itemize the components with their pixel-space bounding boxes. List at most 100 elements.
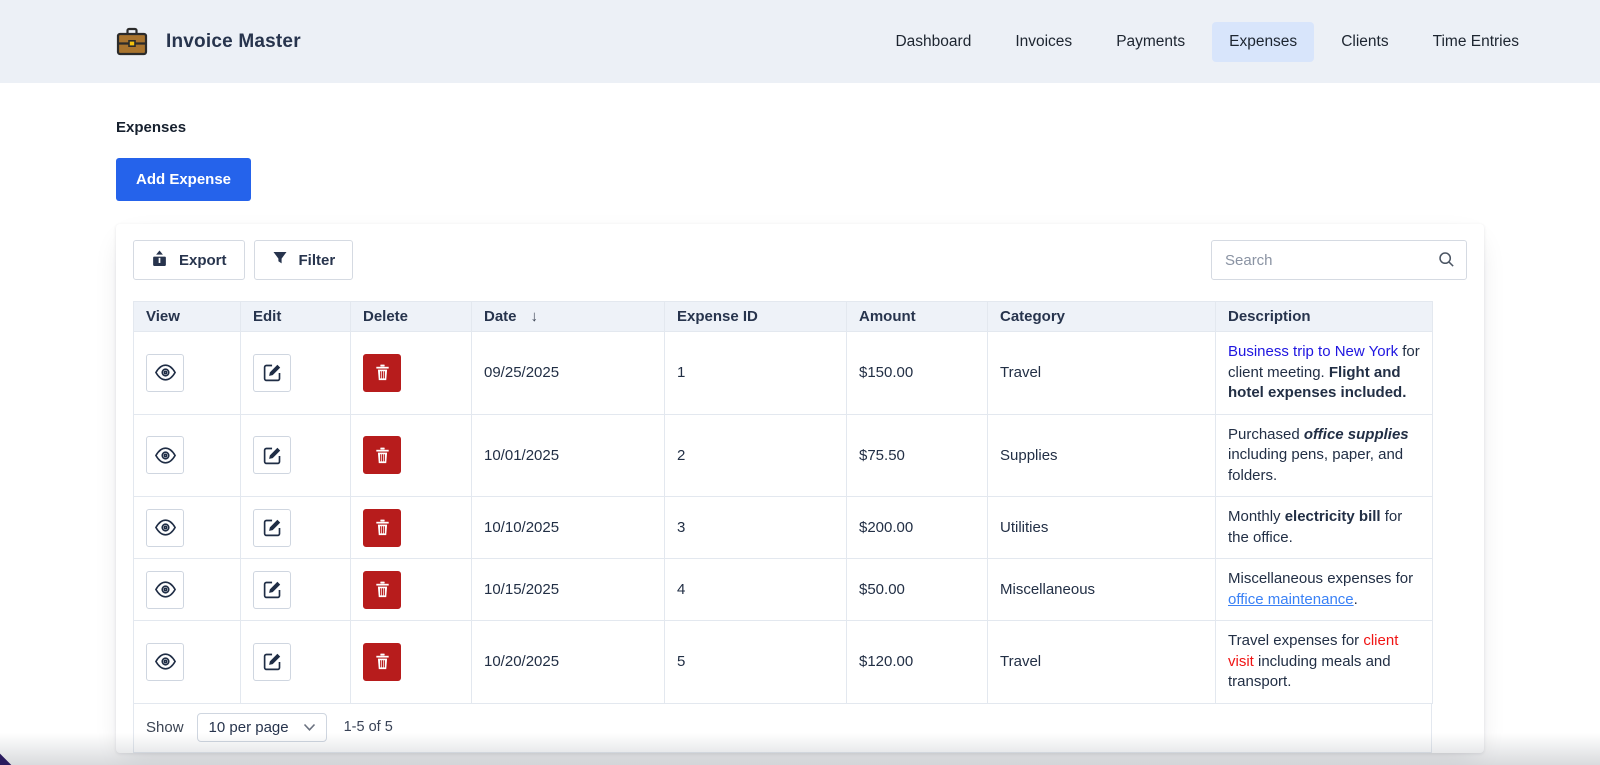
description-cell: Miscellaneous expenses for office mainte… bbox=[1216, 559, 1433, 621]
nav-item-invoices[interactable]: Invoices bbox=[998, 22, 1089, 62]
amount-cell: $200.00 bbox=[847, 497, 988, 559]
amount-cell: $120.00 bbox=[847, 621, 988, 704]
app-title: Invoice Master bbox=[166, 31, 301, 53]
category-cell: Miscellaneous bbox=[988, 559, 1216, 621]
export-button[interactable]: Export bbox=[133, 240, 245, 280]
category-cell: Supplies bbox=[988, 414, 1216, 497]
delete-cell bbox=[351, 621, 472, 704]
trash-icon bbox=[373, 518, 392, 537]
column-header-category[interactable]: Category bbox=[988, 302, 1216, 332]
pencil-square-icon bbox=[262, 579, 283, 600]
app-window: Invoice Master Dashboard Invoices Paymen… bbox=[0, 0, 1600, 765]
category-cell: Utilities bbox=[988, 497, 1216, 559]
eye-icon bbox=[154, 444, 177, 467]
description-segment-normal: . bbox=[1354, 591, 1358, 608]
table-row: 10/10/20253$200.00UtilitiesMonthly elect… bbox=[134, 497, 1433, 559]
column-header-view: View bbox=[134, 302, 241, 332]
page-size-value: 10 per page bbox=[209, 719, 289, 736]
corner-artifact bbox=[0, 754, 11, 765]
delete-button[interactable] bbox=[363, 436, 401, 474]
page-title: Expenses bbox=[116, 119, 1484, 136]
view-button[interactable] bbox=[146, 509, 184, 547]
description-cell: Purchased office supplies including pens… bbox=[1216, 414, 1433, 497]
trash-icon bbox=[373, 652, 392, 671]
nav-item-clients[interactable]: Clients bbox=[1324, 22, 1405, 62]
eye-icon bbox=[154, 578, 177, 601]
description-segment-blue: Business trip to New York bbox=[1228, 343, 1398, 360]
description-segment-normal: Miscellaneous expenses for bbox=[1228, 570, 1413, 587]
expenses-table: View Edit Delete Date↓ Expense ID Amount… bbox=[133, 301, 1433, 704]
pencil-square-icon bbox=[262, 362, 283, 383]
description-segment-normal: Purchased bbox=[1228, 426, 1304, 443]
amount-cell: $50.00 bbox=[847, 559, 988, 621]
delete-cell bbox=[351, 497, 472, 559]
table-row: 09/25/20251$150.00TravelBusiness trip to… bbox=[134, 332, 1433, 415]
view-cell bbox=[134, 621, 241, 704]
delete-cell bbox=[351, 559, 472, 621]
delete-button[interactable] bbox=[363, 571, 401, 609]
eye-icon bbox=[154, 361, 177, 384]
description-segment-bold-italic: office supplies bbox=[1304, 426, 1409, 443]
column-header-amount[interactable]: Amount bbox=[847, 302, 988, 332]
column-header-expense-id[interactable]: Expense ID bbox=[665, 302, 847, 332]
edit-button[interactable] bbox=[253, 571, 291, 609]
date-cell: 10/20/2025 bbox=[472, 621, 665, 704]
pagination-bar: Show 10 per page 1-5 of 5 bbox=[133, 704, 1432, 753]
table-toolbar: Export Filter bbox=[133, 240, 1467, 280]
description-cell: Monthly electricity bill for the office. bbox=[1216, 497, 1433, 559]
range-text: 1-5 of 5 bbox=[344, 719, 393, 735]
expense-id-cell: 5 bbox=[665, 621, 847, 704]
view-button[interactable] bbox=[146, 354, 184, 392]
description-segment-link[interactable]: office maintenance bbox=[1228, 591, 1354, 608]
search-input[interactable] bbox=[1211, 240, 1467, 280]
description-segment-normal: Travel expenses for bbox=[1228, 632, 1363, 649]
view-button[interactable] bbox=[146, 436, 184, 474]
date-cell: 10/01/2025 bbox=[472, 414, 665, 497]
edit-button[interactable] bbox=[253, 354, 291, 392]
eye-icon bbox=[154, 650, 177, 673]
filter-button-label: Filter bbox=[299, 252, 336, 269]
date-header-label: Date bbox=[484, 308, 517, 325]
trash-icon bbox=[373, 580, 392, 599]
delete-button[interactable] bbox=[363, 643, 401, 681]
export-icon bbox=[151, 250, 168, 271]
chevron-down-icon bbox=[303, 719, 316, 736]
column-header-date[interactable]: Date↓ bbox=[472, 302, 665, 332]
nav-item-dashboard[interactable]: Dashboard bbox=[878, 22, 988, 62]
edit-button[interactable] bbox=[253, 643, 291, 681]
edit-button[interactable] bbox=[253, 509, 291, 547]
delete-button[interactable] bbox=[363, 509, 401, 547]
app-header: Invoice Master Dashboard Invoices Paymen… bbox=[0, 0, 1600, 83]
description-cell: Business trip to New York for client mee… bbox=[1216, 332, 1433, 415]
nav-item-payments[interactable]: Payments bbox=[1099, 22, 1202, 62]
filter-button[interactable]: Filter bbox=[254, 240, 354, 280]
pencil-square-icon bbox=[262, 445, 283, 466]
page-size-select[interactable]: 10 per page bbox=[197, 713, 327, 742]
add-expense-button[interactable]: Add Expense bbox=[116, 158, 251, 201]
description-segment-bold: electricity bill bbox=[1285, 508, 1381, 525]
view-button[interactable] bbox=[146, 643, 184, 681]
table-row: 10/20/20255$120.00TravelTravel expenses … bbox=[134, 621, 1433, 704]
eye-icon bbox=[154, 516, 177, 539]
view-button[interactable] bbox=[146, 571, 184, 609]
view-cell bbox=[134, 559, 241, 621]
edit-cell bbox=[241, 559, 351, 621]
search-box bbox=[1211, 240, 1467, 280]
pencil-square-icon bbox=[262, 517, 283, 538]
nav-item-expenses[interactable]: Expenses bbox=[1212, 22, 1314, 62]
nav-item-time-entries[interactable]: Time Entries bbox=[1416, 22, 1536, 62]
export-button-label: Export bbox=[179, 252, 227, 269]
description-cell: Travel expenses for client visit includi… bbox=[1216, 621, 1433, 704]
date-cell: 10/10/2025 bbox=[472, 497, 665, 559]
column-header-delete: Delete bbox=[351, 302, 472, 332]
pencil-square-icon bbox=[262, 651, 283, 672]
edit-button[interactable] bbox=[253, 436, 291, 474]
expenses-table-body: 09/25/20251$150.00TravelBusiness trip to… bbox=[134, 332, 1433, 704]
category-cell: Travel bbox=[988, 332, 1216, 415]
description-segment-normal: Monthly bbox=[1228, 508, 1285, 525]
delete-button[interactable] bbox=[363, 354, 401, 392]
column-header-description[interactable]: Description bbox=[1216, 302, 1433, 332]
edit-cell bbox=[241, 621, 351, 704]
expense-id-cell: 2 bbox=[665, 414, 847, 497]
description-segment-normal: including pens, paper, and folders. bbox=[1228, 446, 1403, 484]
